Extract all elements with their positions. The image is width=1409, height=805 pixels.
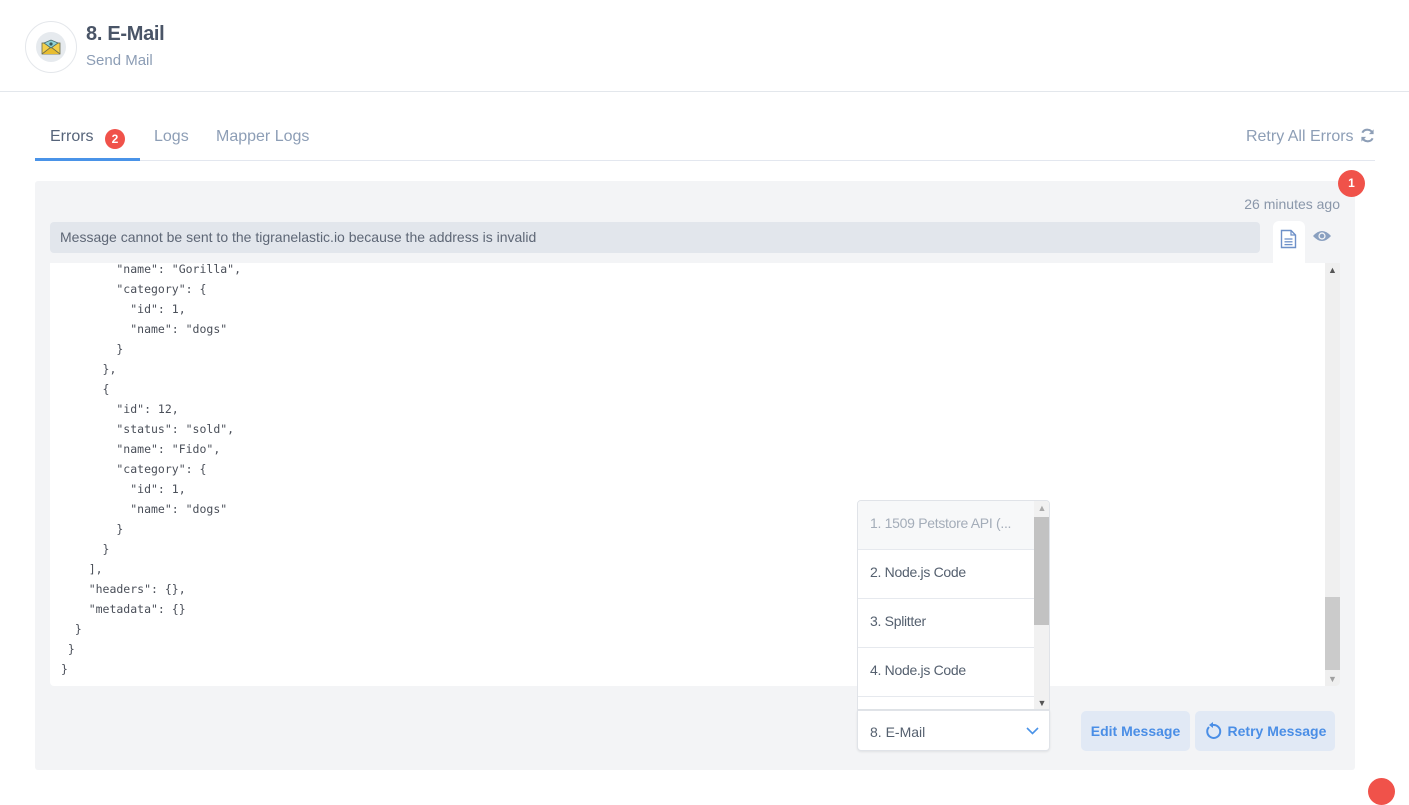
view-document-button[interactable] (1273, 221, 1305, 263)
tab-errors[interactable]: Errors (50, 128, 94, 146)
dropdown-scroll-thumb[interactable] (1034, 517, 1049, 625)
eye-icon (1313, 231, 1331, 241)
step-option[interactable]: 3. Splitter (858, 599, 1034, 648)
code-line: "id": 12, (61, 402, 179, 416)
tab-errors-label: Errors (50, 128, 94, 145)
step-option[interactable]: 4. Node.js Code (858, 648, 1034, 697)
code-line: "category": { (61, 462, 207, 476)
dropdown-scroll-down[interactable]: ▼ (1034, 696, 1049, 709)
code-line: } (61, 642, 75, 656)
dropdown-scrollbar[interactable]: ▲ ▼ (1034, 501, 1049, 709)
code-line: "headers": {}, (61, 582, 186, 596)
scroll-thumb[interactable] (1325, 597, 1340, 670)
code-line: "status": "sold", (61, 422, 235, 436)
tab-mapper-logs[interactable]: Mapper Logs (216, 128, 309, 146)
code-line: "id": 1, (61, 302, 186, 316)
page-title: 8. E-Mail (86, 23, 165, 45)
code-line: "name": "dogs" (61, 322, 228, 336)
code-line: "id": 1, (61, 482, 186, 496)
step-option: 1. 1509 Petstore API (... (858, 501, 1034, 550)
preview-button[interactable] (1312, 229, 1334, 247)
retry-all-errors-button[interactable]: Retry All Errors (1246, 128, 1375, 146)
error-timestamp: 26 minutes ago (1244, 196, 1340, 212)
code-line: "name": "Fido", (61, 442, 221, 456)
code-line: "name": "dogs" (61, 502, 228, 516)
refresh-icon (1361, 128, 1374, 143)
page-subtitle: Send Mail (86, 52, 153, 69)
active-tab-indicator (35, 158, 140, 161)
error-card: 26 minutes ago Message cannot be sent to… (35, 181, 1355, 770)
next-error-badge (1368, 778, 1395, 805)
code-line: { (61, 382, 110, 396)
retry-all-label: Retry All Errors (1245, 128, 1354, 145)
code-line: } (61, 522, 124, 536)
scroll-down-arrow[interactable]: ▼ (1325, 672, 1340, 686)
scroll-up-arrow[interactable]: ▲ (1325, 263, 1340, 277)
payload-code: "name": "Gorilla", "category": { "id": 1… (61, 263, 241, 679)
code-line: "metadata": {} (61, 602, 186, 616)
step-select[interactable]: 8. E-Mail (857, 710, 1050, 751)
step-avatar (25, 21, 77, 73)
code-line: ], (61, 562, 103, 576)
step-dropdown-list[interactable]: 1. 1509 Petstore API (... 2. Node.js Cod… (857, 500, 1050, 710)
dropdown-scroll-up[interactable]: ▲ (1034, 501, 1049, 516)
code-line: }, (61, 362, 117, 376)
code-line: } (61, 542, 110, 556)
step-select-value: 8. E-Mail (870, 724, 926, 740)
edit-message-button[interactable]: Edit Message (1081, 711, 1190, 751)
page-header: 8. E-Mail Send Mail (0, 0, 1409, 92)
document-icon (1280, 229, 1297, 249)
tab-logs[interactable]: Logs (154, 128, 189, 146)
error-message: Message cannot be sent to the tigranelas… (50, 222, 1260, 253)
chevron-down-icon (1026, 727, 1039, 735)
error-count-badge: 1 (1338, 170, 1365, 197)
payload-scrollbar[interactable]: ▲ ▼ (1325, 263, 1340, 686)
code-line: "name": "Gorilla", (61, 263, 242, 276)
retry-message-label: Retry Message (1227, 723, 1327, 739)
errors-count-badge: 2 (105, 129, 125, 149)
code-line: "category": { (61, 282, 207, 296)
code-line: } (61, 342, 124, 356)
envelope-icon (41, 39, 61, 55)
retry-message-button[interactable]: Retry Message (1195, 711, 1335, 751)
step-option[interactable]: 2. Node.js Code (858, 550, 1034, 599)
code-line: } (61, 662, 68, 676)
code-line: } (61, 622, 82, 636)
message-payload[interactable]: "name": "Gorilla", "category": { "id": 1… (50, 263, 1340, 686)
undo-icon (1205, 722, 1221, 739)
tab-bar: Errors 2 Logs Mapper Logs Retry All Erro… (35, 116, 1375, 161)
